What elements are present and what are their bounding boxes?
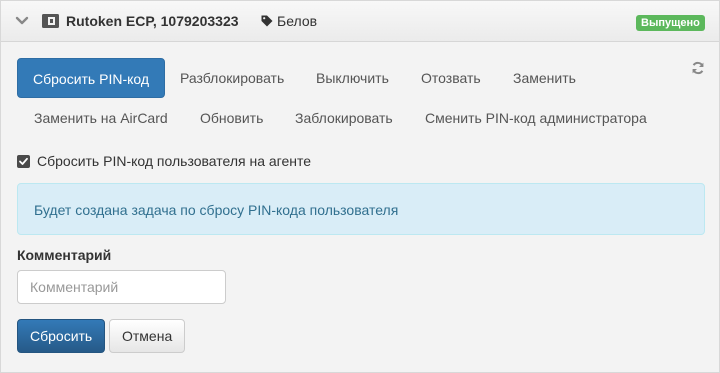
comment-input[interactable] xyxy=(17,270,226,304)
token-device-icon xyxy=(42,14,59,28)
update-tab[interactable]: Обновить xyxy=(200,98,263,138)
revoke-tab[interactable]: Отозвать xyxy=(421,58,481,98)
reset-pin-tab[interactable]: Сбросить PIN-код xyxy=(17,58,166,98)
token-panel: Rutoken ECP, 1079203323 Белов Выпущено С… xyxy=(0,0,720,373)
panel-header[interactable]: Rutoken ECP, 1079203323 Белов Выпущено xyxy=(1,1,719,42)
reset-button[interactable]: Сбросить xyxy=(17,319,105,353)
check-icon xyxy=(19,157,28,165)
replace-tab[interactable]: Заменить xyxy=(513,58,576,98)
change-admin-pin-tab[interactable]: Сменить PIN-код администратора xyxy=(425,98,647,138)
disable-tab[interactable]: Выключить xyxy=(316,58,389,98)
refresh-icon[interactable] xyxy=(691,61,705,75)
agent-reset-checkbox[interactable] xyxy=(17,155,30,168)
info-alert-text: Будет создана задача по сбросу PIN-кода … xyxy=(34,202,399,218)
info-alert: Будет создана задача по сбросу PIN-кода … xyxy=(17,183,705,235)
replace-aircard-tab[interactable]: Заменить на AirCard xyxy=(34,98,168,138)
chevron-down-icon[interactable] xyxy=(15,16,29,26)
status-badge: Выпущено xyxy=(636,15,705,31)
cancel-button[interactable]: Отмена xyxy=(109,319,185,353)
agent-reset-checkbox-label[interactable]: Сбросить PIN-код пользователя на агенте xyxy=(37,153,311,169)
token-title: Rutoken ECP, 1079203323 xyxy=(66,13,239,29)
unlock-tab[interactable]: Разблокировать xyxy=(180,58,284,98)
tag-icon xyxy=(261,15,273,27)
block-tab[interactable]: Заблокировать xyxy=(295,98,393,138)
comment-label: Комментарий xyxy=(17,247,112,263)
owner-name: Белов xyxy=(277,13,318,29)
